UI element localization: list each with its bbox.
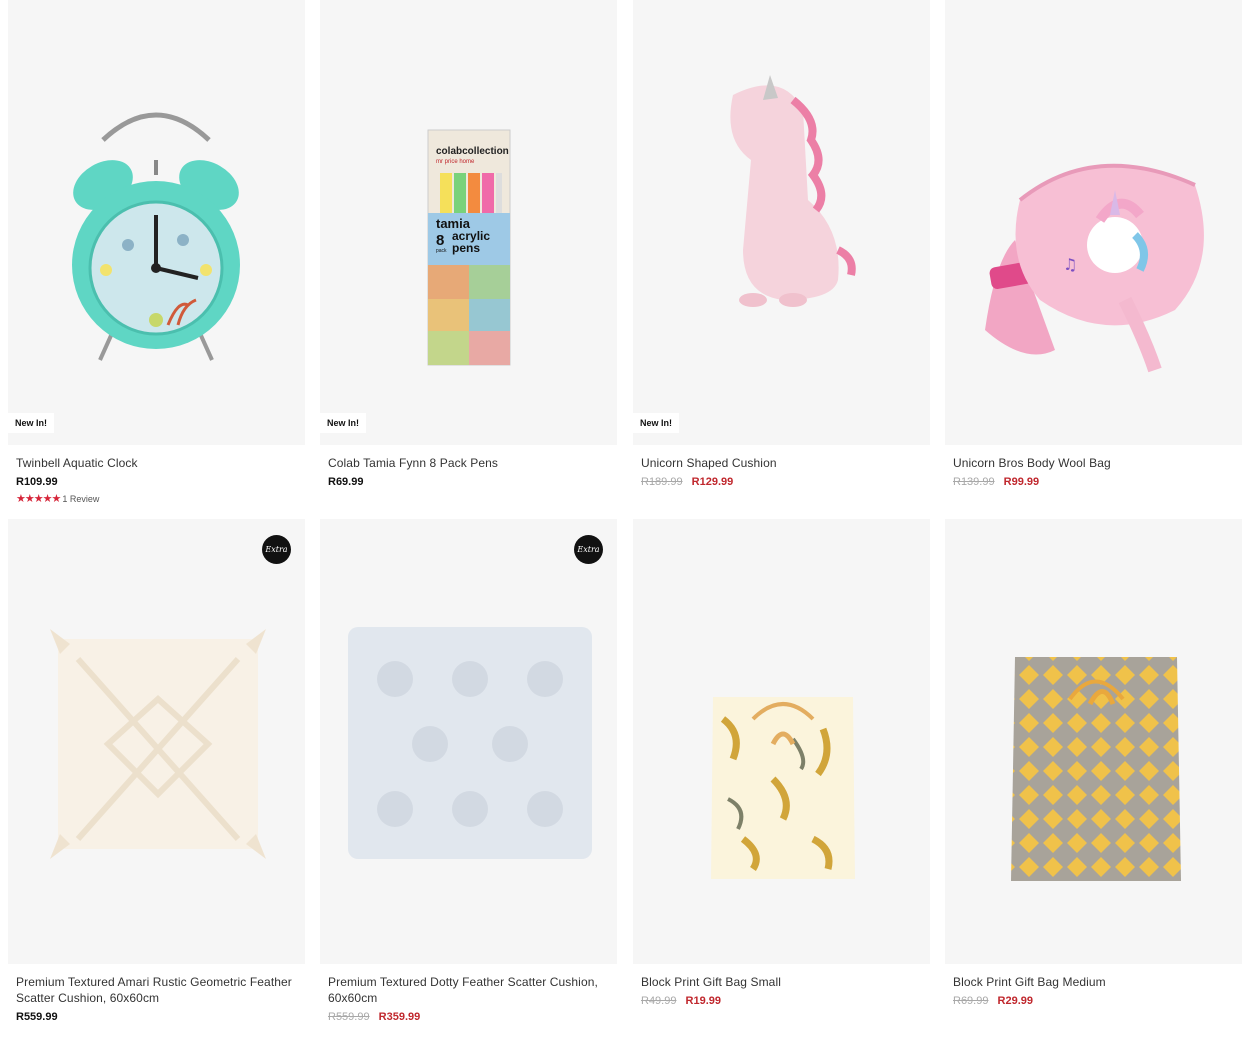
product-card[interactable]: ♫ Unicorn Bros Body Wool Bag R139.99 R99…: [945, 0, 1242, 489]
acrylic-pens-image: colabcollection mr price home tamia 8 ac…: [427, 129, 511, 366]
product-card[interactable]: Extra Premium Textured Amari Rustic Geom…: [8, 519, 305, 1024]
gift-bag-small-image: [711, 697, 855, 879]
product-image-container[interactable]: ♫: [945, 0, 1242, 445]
product-price: R559.99: [16, 1011, 58, 1023]
new-in-badge: New In!: [320, 413, 367, 433]
product-image-container[interactable]: [633, 519, 930, 964]
new-in-badge: New In!: [633, 413, 680, 433]
original-price: R189.99: [641, 476, 683, 488]
new-in-badge: New In!: [8, 413, 55, 433]
pack-type2-text: pens: [452, 241, 480, 255]
product-name[interactable]: Block Print Gift Bag Small: [641, 974, 922, 990]
product-image-container[interactable]: New In!: [8, 0, 305, 445]
product-name[interactable]: Premium Textured Dotty Feather Scatter C…: [328, 974, 609, 1006]
pack-count-text: 8: [436, 232, 444, 249]
product-card[interactable]: colabcollection mr price home tamia 8 ac…: [320, 0, 617, 489]
product-card[interactable]: Block Print Gift Bag Small R49.99 R19.99: [633, 519, 930, 1008]
original-price: R139.99: [953, 476, 995, 488]
extra-badge-icon: Extra: [574, 535, 603, 564]
alarm-clock-image: [72, 112, 240, 361]
product-image-container[interactable]: colabcollection mr price home tamia 8 ac…: [320, 0, 617, 445]
pack-brand-text: colabcollection: [436, 146, 509, 157]
sale-price: R99.99: [1003, 476, 1040, 488]
product-name[interactable]: Unicorn Bros Body Wool Bag: [953, 455, 1234, 471]
unicorn-bag-image: ♫: [985, 163, 1204, 373]
product-card[interactable]: Extra Premium Textured Dotty Feather Sca…: [320, 519, 617, 1024]
product-rating[interactable]: ★★★★★ 1 Review: [16, 492, 297, 505]
pack-pack-text: pack: [436, 248, 447, 254]
sale-price: R359.99: [378, 1011, 421, 1023]
svg-text:♫: ♫: [1063, 255, 1077, 274]
blue-cushion-image: [348, 627, 592, 859]
product-price: R109.99: [16, 476, 58, 488]
product-price: R69.99: [328, 476, 364, 488]
original-price: R559.99: [328, 1011, 370, 1023]
sale-price: R19.99: [685, 995, 722, 1007]
gift-bag-medium-image: [1011, 657, 1181, 881]
unicorn-cushion-image: [730, 75, 856, 307]
pack-sub-text: mr price home: [436, 159, 475, 165]
product-image-container[interactable]: Extra: [320, 519, 617, 964]
product-name[interactable]: Twinbell Aquatic Clock: [16, 455, 297, 471]
product-image-container[interactable]: Extra: [8, 519, 305, 964]
extra-badge-icon: Extra: [262, 535, 291, 564]
product-image-container[interactable]: New In!: [633, 0, 930, 445]
white-cushion-image: [50, 629, 266, 859]
original-price: R49.99: [641, 995, 677, 1007]
product-image-container[interactable]: [945, 519, 1242, 964]
product-grid: New In! Twinbell Aquatic Clock R109.99 ★…: [0, 0, 1250, 1052]
review-count: 1 Review: [62, 493, 100, 504]
product-card[interactable]: Block Print Gift Bag Medium R69.99 R29.9…: [945, 519, 1242, 1008]
sale-price: R29.99: [997, 995, 1034, 1007]
product-card[interactable]: New In! Unicorn Shaped Cushion R189.99 R…: [633, 0, 930, 489]
original-price: R69.99: [953, 995, 989, 1007]
product-name[interactable]: Premium Textured Amari Rustic Geometric …: [16, 974, 297, 1006]
product-name[interactable]: Block Print Gift Bag Medium: [953, 974, 1234, 990]
sale-price: R129.99: [691, 476, 734, 488]
product-name[interactable]: Colab Tamia Fynn 8 Pack Pens: [328, 455, 609, 471]
product-name[interactable]: Unicorn Shaped Cushion: [641, 455, 922, 471]
star-rating-icon: ★★★★★: [16, 493, 61, 505]
product-card[interactable]: New In! Twinbell Aquatic Clock R109.99 ★…: [8, 0, 305, 505]
